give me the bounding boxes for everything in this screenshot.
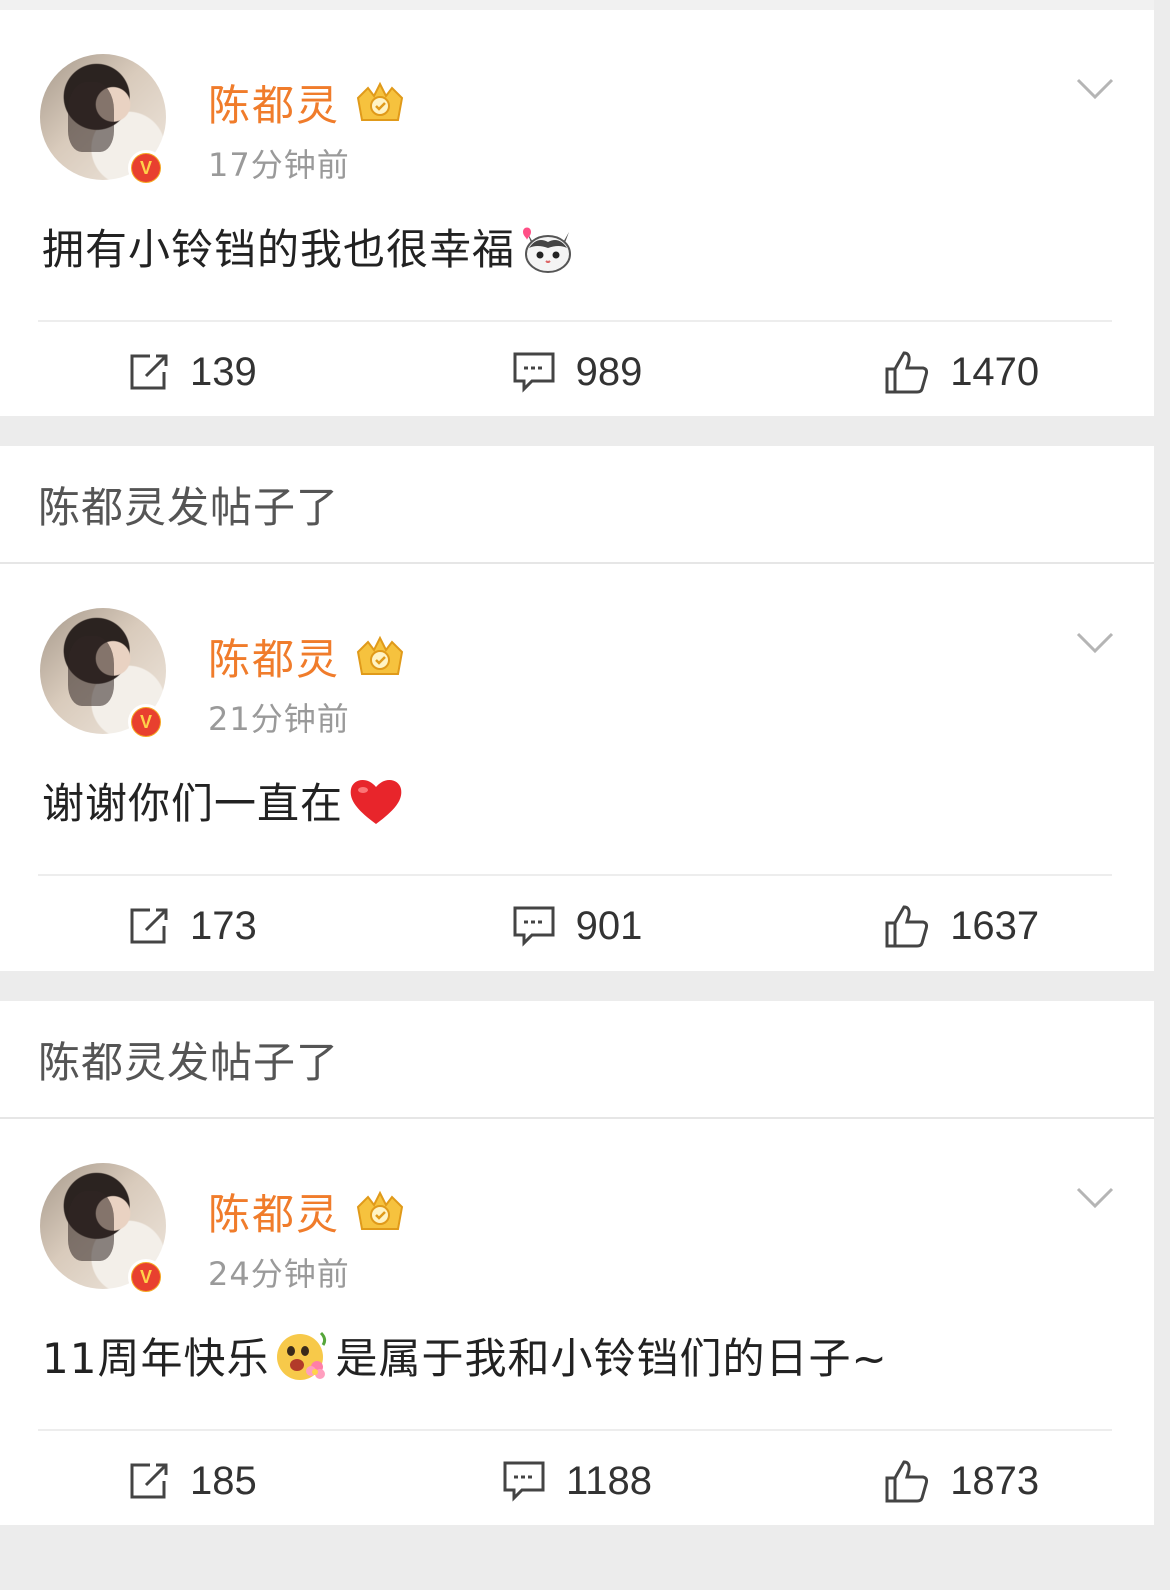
separator (0, 416, 1154, 446)
post-content: 11周年快乐 是属于我和小铃铛们的日子~ (42, 1325, 888, 1386)
chevron-down-icon[interactable] (1076, 1185, 1114, 1211)
cat-emoji-icon (523, 227, 572, 273)
repost-count: 185 (189, 1458, 257, 1503)
flower-face-emoji-icon (277, 1331, 327, 1380)
like-count: 1637 (950, 903, 1040, 948)
like-button[interactable]: 1873 (769, 1441, 1154, 1521)
action-bar: 173 901 1637 (0, 886, 1154, 966)
comment-button[interactable]: 989 (385, 332, 770, 412)
divider (38, 320, 1112, 322)
feed-section-header: 陈都灵发帖子了 (0, 446, 1154, 564)
author-row: 陈都灵 (208, 626, 408, 687)
author-name[interactable]: 陈都灵 (208, 72, 340, 133)
comment-icon (503, 1461, 545, 1502)
action-bar: 139 989 1470 (0, 332, 1154, 412)
author-name[interactable]: 陈都灵 (208, 1181, 340, 1242)
repost-count: 173 (189, 903, 257, 948)
repost-button[interactable]: 185 (0, 1441, 385, 1521)
comment-button[interactable]: 901 (385, 886, 770, 966)
post-content: 谢谢你们一直在 (42, 770, 405, 831)
post-text: 谢谢你们一直在 (42, 779, 344, 828)
post-time: 24分钟前 (208, 1255, 350, 1293)
thumbs-up-icon (885, 1460, 929, 1503)
action-bar: 185 1188 1873 (0, 1441, 1154, 1521)
author-row: 陈都灵 (208, 1181, 408, 1242)
repost-icon (130, 908, 168, 944)
post-card[interactable]: V 陈都灵 24分钟前 11周年快乐 是属于我和小铃铛们的日子~ 185 118… (0, 1119, 1154, 1525)
repost-button[interactable]: 173 (0, 886, 385, 966)
author-row: 陈都灵 (208, 72, 408, 133)
like-button[interactable]: 1470 (769, 332, 1154, 412)
like-count: 1470 (950, 349, 1040, 394)
divider (38, 1429, 1112, 1431)
feed-section-header: 陈都灵发帖子了 (0, 1001, 1154, 1119)
author-name[interactable]: 陈都灵 (208, 626, 340, 687)
thumbs-up-icon (885, 351, 929, 394)
like-button[interactable]: 1637 (769, 886, 1154, 966)
post-text-start: 11周年快乐 (42, 1334, 270, 1383)
post-time: 17分钟前 (208, 146, 350, 184)
repost-button[interactable]: 139 (0, 332, 385, 412)
separator (0, 971, 1154, 1001)
post-time: 21分钟前 (208, 700, 350, 738)
post-card[interactable]: V 陈都灵 21分钟前 谢谢你们一直在 173 901 1637 (0, 564, 1154, 971)
post-card[interactable]: V 陈都灵 17分钟前 拥有小铃铛的我也很幸福 139 989 1470 (0, 10, 1154, 416)
comment-count: 1188 (566, 1458, 653, 1503)
crown-icon (356, 81, 404, 121)
post-text: 拥有小铃铛的我也很幸福 (42, 225, 516, 274)
comment-icon (513, 352, 555, 393)
verified-badge-icon: V (128, 1259, 164, 1295)
repost-count: 139 (189, 349, 257, 394)
crown-icon (356, 635, 404, 675)
crown-icon (356, 1190, 404, 1230)
bottom-strip (0, 1525, 1154, 1585)
verified-badge-icon: V (128, 150, 164, 186)
chevron-down-icon[interactable] (1076, 76, 1114, 102)
chevron-down-icon[interactable] (1076, 630, 1114, 656)
feed-page: V 陈都灵 17分钟前 拥有小铃铛的我也很幸福 139 989 1470 陈都灵… (0, 0, 1154, 1590)
like-count: 1873 (950, 1458, 1040, 1503)
comment-button[interactable]: 1188 (385, 1441, 770, 1521)
thumbs-up-icon (885, 905, 929, 948)
repost-icon (130, 1463, 168, 1499)
post-text-end: 是属于我和小铃铛们的日子~ (335, 1334, 888, 1383)
comment-count: 989 (575, 349, 643, 394)
post-content: 拥有小铃铛的我也很幸福 (42, 216, 577, 277)
comment-icon (513, 906, 555, 947)
verified-badge-icon: V (128, 704, 164, 740)
comment-count: 901 (575, 903, 643, 948)
heart-emoji-icon (350, 779, 402, 824)
divider (38, 874, 1112, 876)
top-strip (0, 0, 1154, 10)
repost-icon (130, 354, 168, 390)
